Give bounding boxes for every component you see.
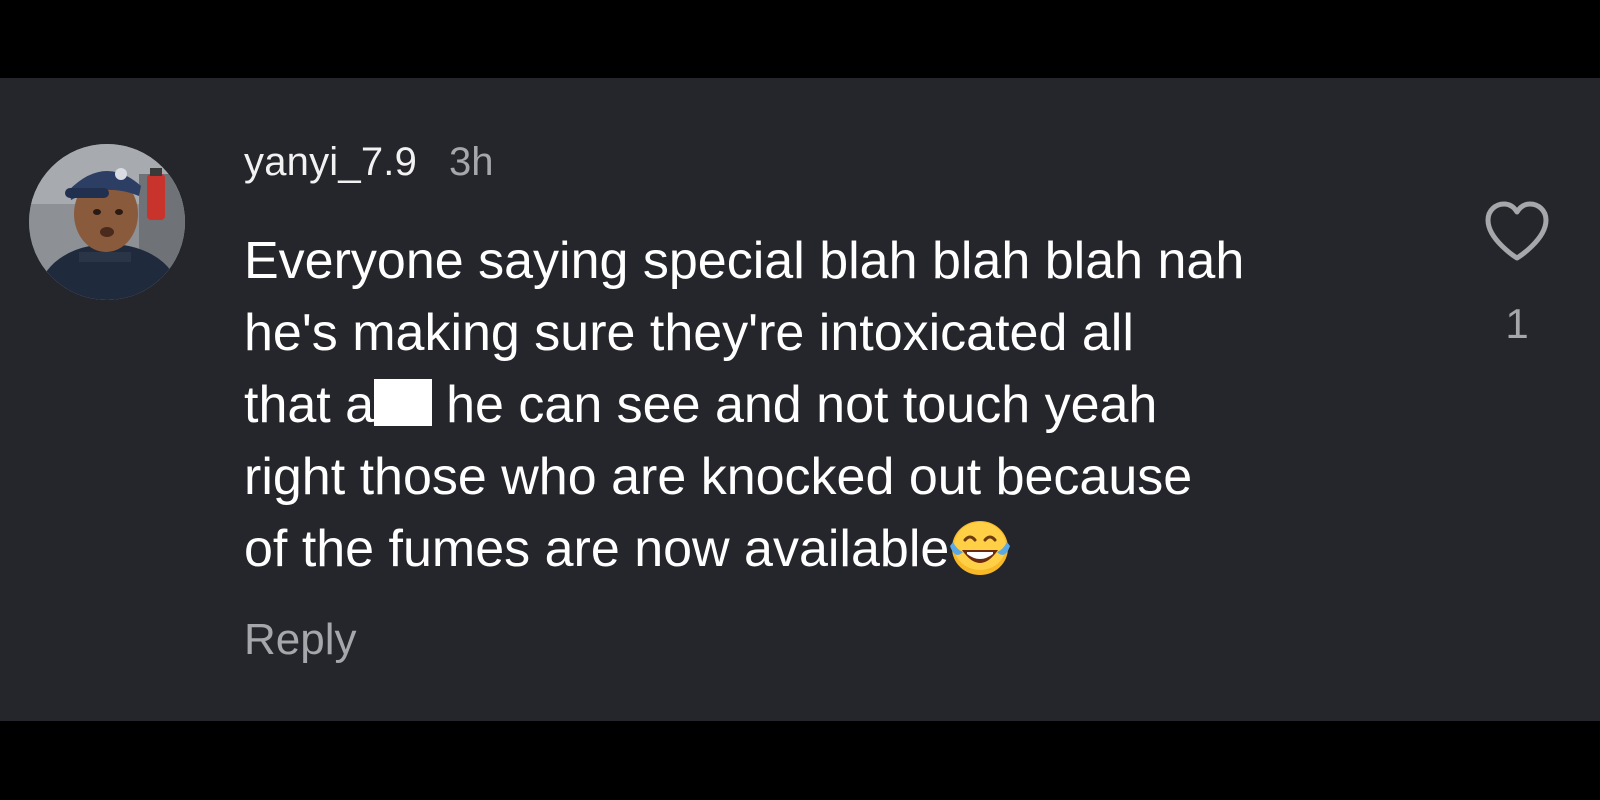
like-count: 1 bbox=[1505, 300, 1529, 347]
letterbox-top bbox=[0, 0, 1600, 78]
comment-line-with-emoji: of the fumes are now available bbox=[244, 513, 1424, 585]
heart-outline-icon[interactable] bbox=[1482, 200, 1552, 264]
timestamp: 3h bbox=[449, 140, 494, 184]
avatar-photo bbox=[29, 144, 185, 300]
comment-line: he's making sure they're intoxicated all bbox=[244, 304, 1134, 362]
comment-fragment: of the fumes are now available bbox=[244, 520, 950, 578]
comment-text: Everyone saying special blah blah blah n… bbox=[244, 225, 1424, 585]
comment-fragment: he can see and not touch yeah bbox=[446, 376, 1158, 434]
letterbox-bottom bbox=[0, 721, 1600, 800]
censor-box bbox=[374, 379, 433, 426]
comment-line: Everyone saying special blah blah blah n… bbox=[244, 232, 1245, 290]
comment-header: yanyi_7.9 3h bbox=[244, 140, 494, 190]
username[interactable]: yanyi_7.9 bbox=[244, 140, 417, 185]
tears-of-joy-emoji-icon bbox=[950, 521, 1011, 575]
reply-button[interactable]: Reply bbox=[244, 615, 357, 665]
comment-fragment: that a bbox=[244, 376, 375, 434]
comment-line: right those who are knocked out because bbox=[244, 448, 1193, 506]
avatar[interactable] bbox=[29, 144, 185, 300]
comment-line-censored: that a he can see and not touch yeah bbox=[244, 369, 1424, 441]
